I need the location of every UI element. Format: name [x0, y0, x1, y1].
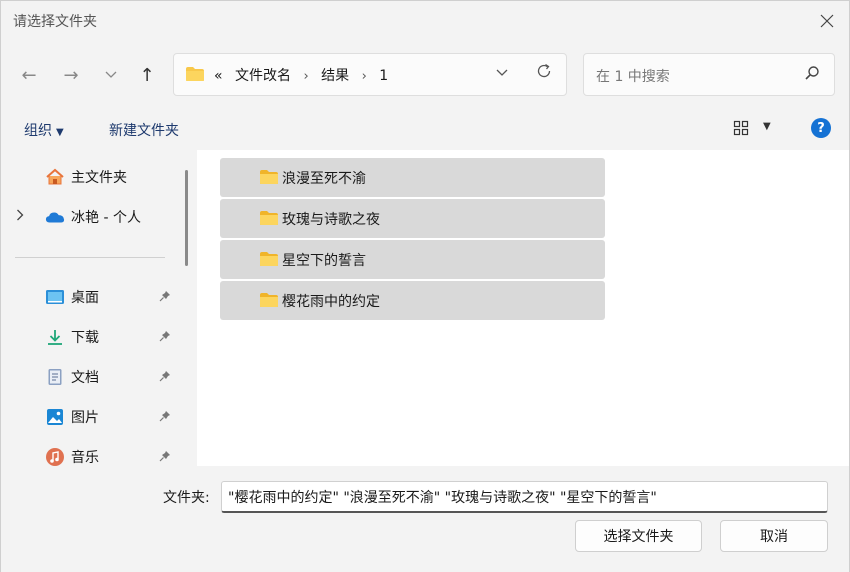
arrow-left-icon: ←	[21, 64, 37, 86]
arrow-up-icon: ↑	[139, 64, 155, 86]
caret-down-icon: ▼	[763, 121, 771, 132]
folder-name-input[interactable]: "樱花雨中的约定" "浪漫至死不渝" "玫瑰与诗歌之夜" "星空下的誓言"	[221, 481, 828, 513]
address-bar[interactable]: « 文件改名 › 结果 › 1	[173, 53, 567, 96]
folder-name: 樱花雨中的约定	[282, 294, 380, 310]
pin-icon[interactable]	[159, 370, 171, 385]
recent-locations-button[interactable]	[97, 61, 125, 89]
folder-name: 星空下的誓言	[282, 253, 366, 269]
folder-icon	[259, 292, 279, 312]
list-item[interactable]: 樱花雨中的约定	[220, 281, 605, 320]
breadcrumb-item-result[interactable]: 结果	[321, 68, 349, 84]
breadcrumb-item-current[interactable]: 1	[379, 68, 388, 84]
sidebar-item-label: 音乐	[71, 450, 99, 466]
sidebar-item-documents[interactable]: 文档	[1, 361, 181, 393]
sidebar-item-downloads[interactable]: 下载	[1, 321, 181, 353]
caret-down-icon: ▼	[56, 127, 64, 138]
download-icon	[45, 327, 65, 347]
navigation-bar: ← → ↑ « 文件改名 › 结果 › 1 在 1 中搜索	[1, 39, 849, 109]
pin-icon[interactable]	[159, 290, 171, 305]
folder-picker-dialog: 请选择文件夹 ← → ↑ « 文件改名 › 结果 › 1 在 1 中搜索 组织 …	[0, 0, 850, 572]
search-input[interactable]: 在 1 中搜索	[596, 66, 670, 86]
address-dropdown-button[interactable]	[496, 65, 508, 81]
list-item[interactable]: 星空下的誓言	[220, 240, 605, 279]
view-dropdown-button[interactable]: ▼	[763, 121, 771, 132]
sidebar-item-label: 主文件夹	[71, 170, 127, 186]
sidebar-item-home[interactable]: 主文件夹	[1, 161, 181, 193]
view-options-button[interactable]	[733, 120, 749, 140]
sidebar-item-music[interactable]: 音乐	[1, 441, 181, 466]
sidebar-item-label: 下载	[71, 330, 99, 346]
new-folder-button[interactable]: 新建文件夹	[109, 120, 179, 140]
folder-icon	[259, 169, 279, 189]
pin-icon[interactable]	[159, 330, 171, 345]
grid-view-icon	[733, 120, 749, 136]
file-list: 浪漫至死不渝 玫瑰与诗歌之夜 星空下的誓言 樱花雨中的约定	[197, 150, 849, 466]
title-bar: 请选择文件夹	[1, 1, 849, 39]
breadcrumb-overflow[interactable]: «	[214, 68, 223, 84]
search-icon[interactable]	[804, 65, 820, 85]
breadcrumb-separator[interactable]: ›	[362, 69, 367, 84]
chevron-right-icon[interactable]	[16, 209, 24, 225]
folder-name: 浪漫至死不渝	[282, 171, 366, 187]
sidebar-item-label: 桌面	[71, 290, 99, 306]
folder-icon	[259, 251, 279, 271]
folder-name: 玫瑰与诗歌之夜	[282, 212, 380, 228]
breadcrumb-item-rename[interactable]: 文件改名	[235, 68, 291, 84]
sidebar-divider	[15, 257, 165, 258]
document-icon	[45, 367, 65, 387]
close-button[interactable]	[815, 9, 839, 33]
folder-icon	[185, 66, 205, 86]
arrow-right-icon: →	[63, 64, 79, 86]
sidebar-item-desktop[interactable]: 桌面	[1, 281, 181, 313]
sidebar-scrollbar[interactable]	[185, 170, 188, 266]
refresh-button[interactable]	[536, 63, 552, 84]
help-button[interactable]: ?	[811, 118, 831, 138]
sidebar-item-label: 图片	[71, 410, 99, 426]
sidebar-item-label: 冰艳 - 个人	[71, 210, 141, 226]
chevron-down-icon	[105, 71, 117, 78]
pin-icon[interactable]	[159, 450, 171, 465]
sidebar-item-label: 文档	[71, 370, 99, 386]
window-title: 请选择文件夹	[13, 14, 97, 30]
up-button[interactable]: ↑	[133, 61, 161, 89]
refresh-icon	[537, 63, 551, 78]
pin-icon[interactable]	[159, 410, 171, 425]
list-item[interactable]: 玫瑰与诗歌之夜	[220, 199, 605, 238]
breadcrumb-separator[interactable]: ›	[303, 69, 308, 84]
sidebar-item-pictures[interactable]: 图片	[1, 401, 181, 433]
dialog-footer: 文件夹: "樱花雨中的约定" "浪漫至死不渝" "玫瑰与诗歌之夜" "星空下的誓…	[1, 466, 849, 572]
select-folder-button[interactable]: 选择文件夹	[575, 520, 702, 552]
sidebar-item-onedrive[interactable]: 冰艳 - 个人	[1, 201, 181, 233]
back-button[interactable]: ←	[15, 61, 43, 89]
command-bar: 组织 ▼ 新建文件夹 ▼ ?	[1, 109, 849, 150]
navigation-pane: 主文件夹 冰艳 - 个人 桌面 下载 文档 图片 音乐	[1, 150, 197, 466]
search-box[interactable]: 在 1 中搜索	[583, 53, 835, 96]
list-item[interactable]: 浪漫至死不渝	[220, 158, 605, 197]
pictures-icon	[45, 407, 65, 427]
music-icon	[45, 447, 65, 466]
organize-label: 组织	[24, 123, 52, 139]
folder-icon	[259, 210, 279, 230]
cancel-button[interactable]: 取消	[720, 520, 828, 552]
folder-field-label: 文件夹:	[163, 490, 210, 506]
forward-button[interactable]: →	[57, 61, 85, 89]
home-icon	[45, 167, 65, 187]
organize-menu[interactable]: 组织 ▼	[24, 120, 64, 140]
onedrive-icon	[45, 207, 65, 227]
desktop-icon	[45, 287, 65, 307]
close-icon	[820, 14, 834, 28]
breadcrumb: « 文件改名 › 结果 › 1	[214, 65, 396, 85]
help-icon: ?	[817, 120, 825, 136]
chevron-down-icon	[496, 69, 508, 76]
